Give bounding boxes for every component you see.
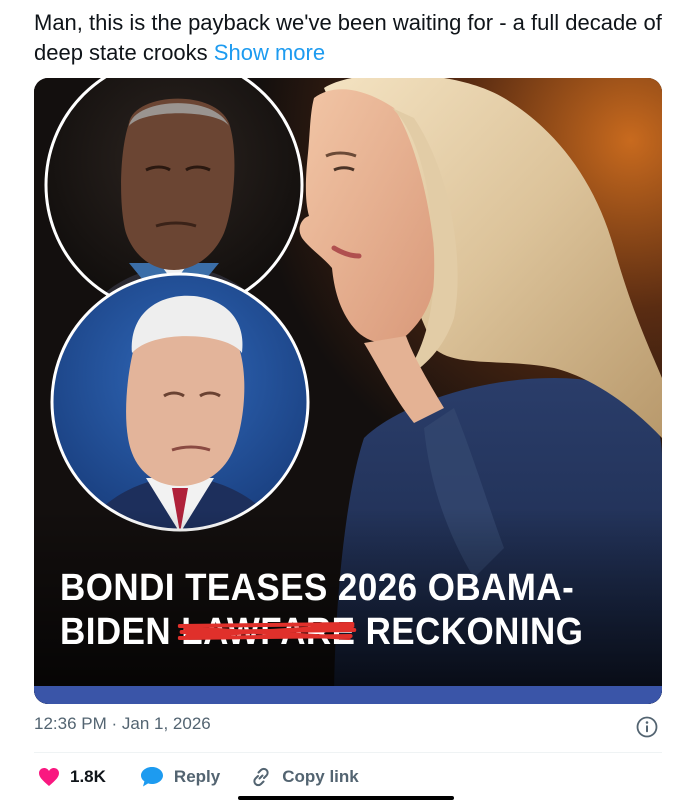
reply-label: Reply	[173, 767, 221, 786]
reply-bubble-icon	[140, 767, 163, 787]
post-text: Man, this is the payback we've been wait…	[34, 8, 674, 68]
link-icon	[253, 767, 269, 787]
copy-link-button[interactable]: Copy link	[250, 766, 359, 788]
media-bottom-bar	[34, 686, 662, 704]
post-image[interactable]: BONDI TEASES 2026 OBAMA- BIDEN LAWFARE R…	[34, 78, 662, 704]
like-count: 1.8K	[70, 767, 106, 786]
red-scribble-strikethrough	[177, 622, 357, 640]
headline-line-1: BONDI TEASES 2026 OBAMA-	[60, 567, 575, 609]
post-body: Man, this is the payback we've been wait…	[34, 10, 662, 65]
reply-button[interactable]: Reply	[140, 766, 220, 788]
divider	[34, 752, 662, 753]
info-icon[interactable]	[636, 716, 658, 738]
headline-line-2-start: BIDEN	[60, 611, 182, 653]
heart-icon	[39, 768, 59, 786]
show-more-link[interactable]: Show more	[214, 40, 325, 65]
action-bar: 1.8K Reply Copy link	[34, 764, 359, 790]
struck-word: LAWFARE	[177, 610, 357, 654]
headline: BONDI TEASES 2026 OBAMA- BIDEN LAWFARE R…	[60, 566, 612, 654]
headline-line-2-end: RECKONING	[355, 611, 584, 653]
timestamp[interactable]: 12:36 PM · Jan 1, 2026	[34, 714, 211, 734]
headline-line-2: BIDEN LAWFARE RECKONING	[60, 610, 612, 654]
like-button[interactable]: 1.8K	[38, 767, 106, 787]
copy-link-label: Copy link	[282, 767, 359, 786]
home-indicator	[238, 796, 454, 800]
